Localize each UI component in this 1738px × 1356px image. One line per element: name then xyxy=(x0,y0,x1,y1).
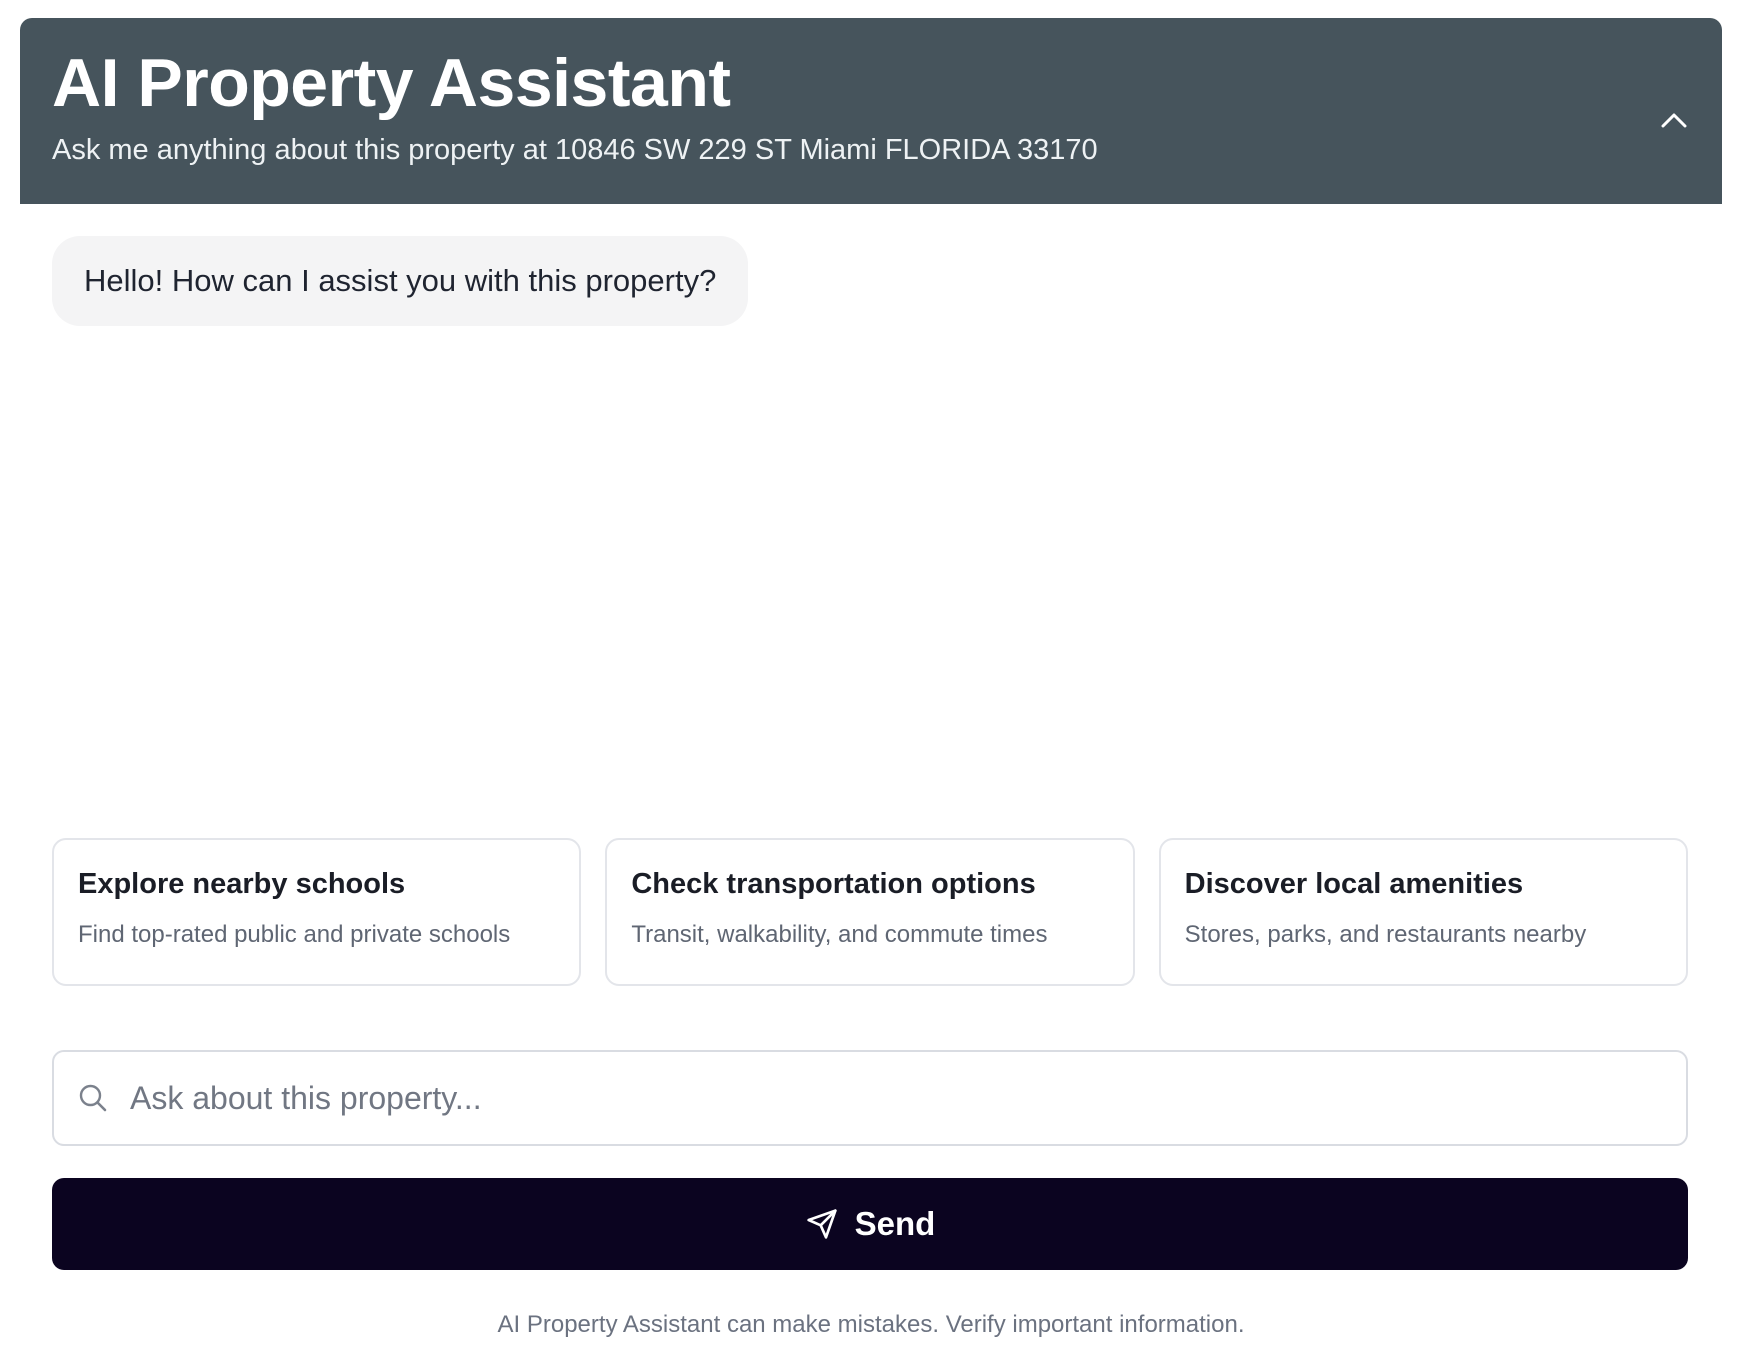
suggestion-description: Transit, walkability, and commute times xyxy=(631,921,1048,948)
suggestion-title: Check transportation options xyxy=(631,868,1036,900)
send-button[interactable]: Send xyxy=(52,1178,1688,1270)
search-icon xyxy=(76,1081,110,1115)
suggestion-card-transportation[interactable]: Check transportation options Transit, wa… xyxy=(605,838,1135,986)
assistant-header: AI Property Assistant Ask me anything ab… xyxy=(20,18,1722,204)
page-title: AI Property Assistant xyxy=(52,45,731,121)
suggestion-cards: Explore nearby schools Find top-rated pu… xyxy=(52,838,1688,986)
search-input[interactable] xyxy=(128,1057,1686,1139)
suggestion-description: Find top-rated public and private school… xyxy=(78,921,511,948)
assistant-message: Hello! How can I assist you with this pr… xyxy=(52,236,749,326)
assistant-message-text: Hello! How can I assist you with this pr… xyxy=(84,263,717,298)
suggestion-card-amenities[interactable]: Discover local amenities Stores, parks, … xyxy=(1158,838,1688,986)
suggestion-card-schools[interactable]: Explore nearby schools Find top-rated pu… xyxy=(52,838,582,986)
collapse-button[interactable] xyxy=(1654,100,1694,140)
chevron-up-icon xyxy=(1661,113,1687,128)
send-button-label: Send xyxy=(854,1205,936,1242)
suggestion-title: Explore nearby schools xyxy=(78,868,406,900)
page-subtitle: Ask me anything about this property at 1… xyxy=(52,133,1098,166)
property-assistant-panel: AI Property Assistant Ask me anything ab… xyxy=(20,18,1722,1356)
send-icon xyxy=(805,1207,839,1241)
disclaimer-text: AI Property Assistant can make mistakes.… xyxy=(497,1311,1245,1338)
suggestion-description: Stores, parks, and restaurants nearby xyxy=(1184,921,1587,948)
search-field[interactable] xyxy=(52,1050,1688,1146)
suggestion-title: Discover local amenities xyxy=(1184,868,1524,900)
